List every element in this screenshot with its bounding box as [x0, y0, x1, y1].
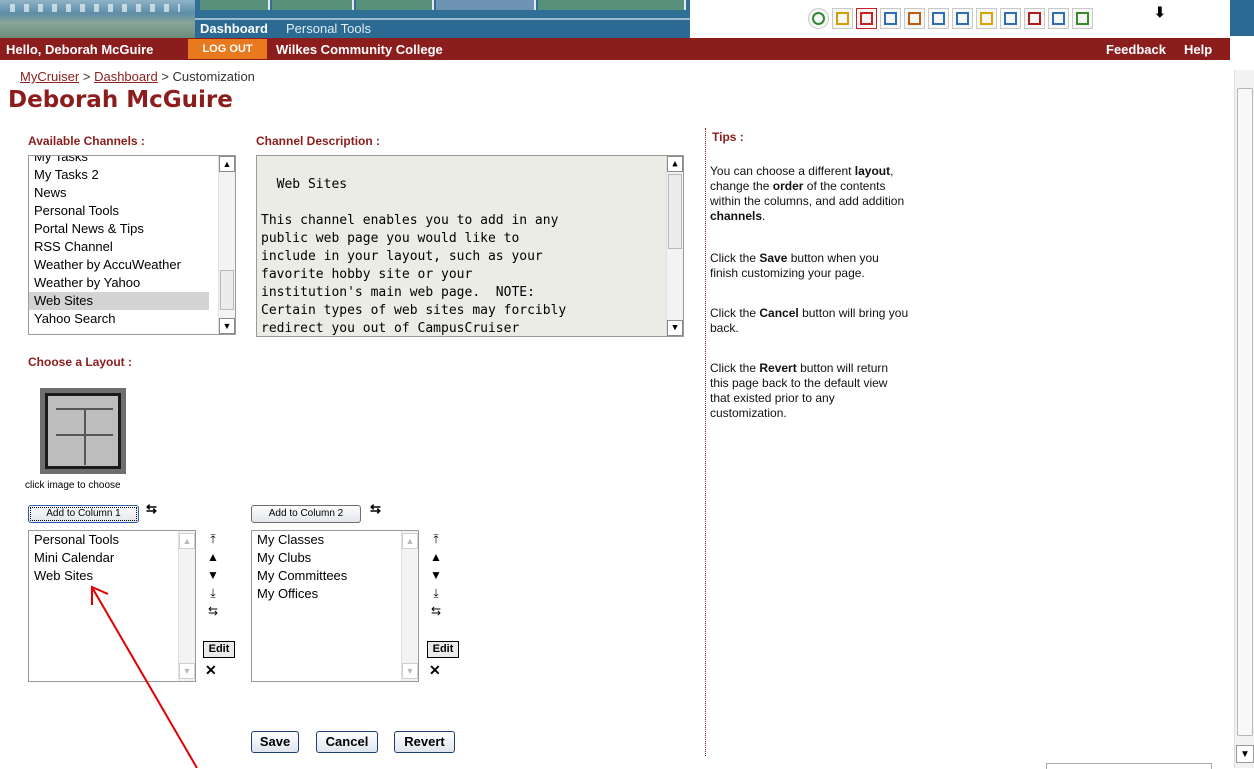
page-scroll-thumb[interactable]	[1237, 88, 1253, 736]
bottom-input-field[interactable]	[1046, 763, 1212, 769]
annotation-arrow	[91, 585, 198, 768]
scroll-down-icon[interactable]: ▼	[1236, 745, 1254, 763]
page-scrollbar[interactable]: ▼	[1234, 70, 1254, 768]
